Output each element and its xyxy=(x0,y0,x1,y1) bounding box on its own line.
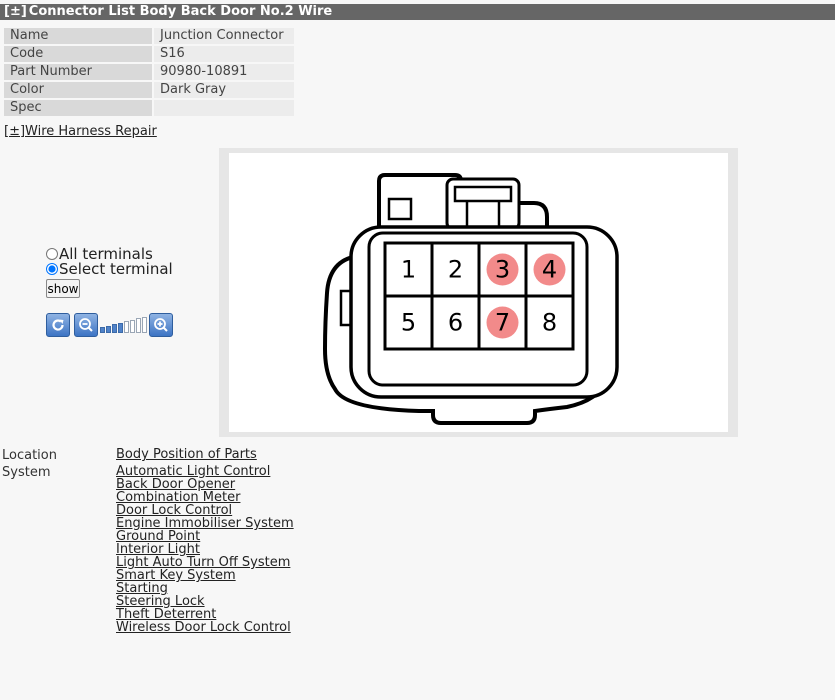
property-row: Name Junction Connector xyxy=(4,28,294,44)
system-links: Automatic Light Control Back Door Opener C… xyxy=(116,465,294,634)
show-button[interactable]: show xyxy=(46,279,80,298)
page-title: Connector List Body Back Door No.2 Wire xyxy=(28,4,333,19)
terminal-6[interactable]: 6 xyxy=(448,309,463,337)
property-value: Junction Connector xyxy=(154,28,294,44)
property-value: 90980-10891 xyxy=(154,64,294,80)
select-terminal-label: Select terminal xyxy=(59,260,173,278)
terminal-filter: All terminals Select terminal xyxy=(46,247,173,277)
terminal-8[interactable]: 8 xyxy=(542,309,557,337)
zoom-level-step xyxy=(142,316,147,333)
all-terminals-radio[interactable] xyxy=(46,248,58,260)
property-key: Part Number xyxy=(4,64,152,80)
select-terminal-option[interactable]: Select terminal xyxy=(46,262,173,277)
location-label: Location xyxy=(2,448,57,463)
terminal-7[interactable]: 7 xyxy=(495,309,510,337)
property-row: Part Number 90980-10891 xyxy=(4,64,294,80)
refresh-icon xyxy=(52,319,64,331)
property-key: Spec xyxy=(4,100,152,116)
property-key: Name xyxy=(4,28,152,44)
title-bar: [±] Connector List Body Back Door No.2 Wi… xyxy=(0,4,835,20)
zoom-level-step xyxy=(100,327,105,333)
connector-diagram: 1 2 3 4 5 6 7 8 xyxy=(229,153,728,432)
zoom-in-button[interactable] xyxy=(149,313,173,337)
location-link[interactable]: Body Position of Parts xyxy=(116,448,257,461)
property-row: Spec xyxy=(4,100,294,116)
terminal-2[interactable]: 2 xyxy=(448,256,463,284)
reset-zoom-button[interactable] xyxy=(46,313,70,337)
property-value: S16 xyxy=(154,46,294,62)
top-post xyxy=(387,197,413,221)
connector-drawing: 1 2 3 4 5 6 7 8 xyxy=(322,173,619,425)
zoom-level-step xyxy=(106,325,111,333)
property-row: Code S16 xyxy=(4,46,294,62)
terminal-5[interactable]: 5 xyxy=(401,309,416,337)
property-key: Code xyxy=(4,46,152,62)
property-key: Color xyxy=(4,82,152,98)
select-terminal-radio[interactable] xyxy=(46,263,58,275)
collapse-toggle[interactable]: [±] xyxy=(0,4,27,19)
connector-properties-table: Name Junction Connector Code S16 Part Numb… xyxy=(2,26,296,118)
system-link[interactable]: Wireless Door Lock Control xyxy=(116,621,294,634)
latch-slot xyxy=(453,185,513,203)
wire-harness-repair-link[interactable]: [±]Wire Harness Repair xyxy=(4,124,157,139)
terminal-3[interactable]: 3 xyxy=(495,256,510,284)
zoom-level-step xyxy=(136,318,141,333)
property-row: Color Dark Gray xyxy=(4,82,294,98)
connector-diagram-frame: 1 2 3 4 5 6 7 8 xyxy=(219,148,738,437)
terminal-4[interactable]: 4 xyxy=(542,256,557,284)
zoom-level-step xyxy=(118,322,123,333)
zoom-level-step xyxy=(130,319,135,333)
zoom-out-icon xyxy=(79,318,93,332)
zoom-level-step xyxy=(124,321,129,333)
terminal-1[interactable]: 1 xyxy=(401,256,416,284)
zoom-level-step xyxy=(112,324,117,333)
property-value xyxy=(154,100,294,116)
zoom-out-button[interactable] xyxy=(74,313,98,337)
zoom-in-icon xyxy=(154,318,168,332)
system-label: System xyxy=(2,465,51,480)
property-value: Dark Gray xyxy=(154,82,294,98)
